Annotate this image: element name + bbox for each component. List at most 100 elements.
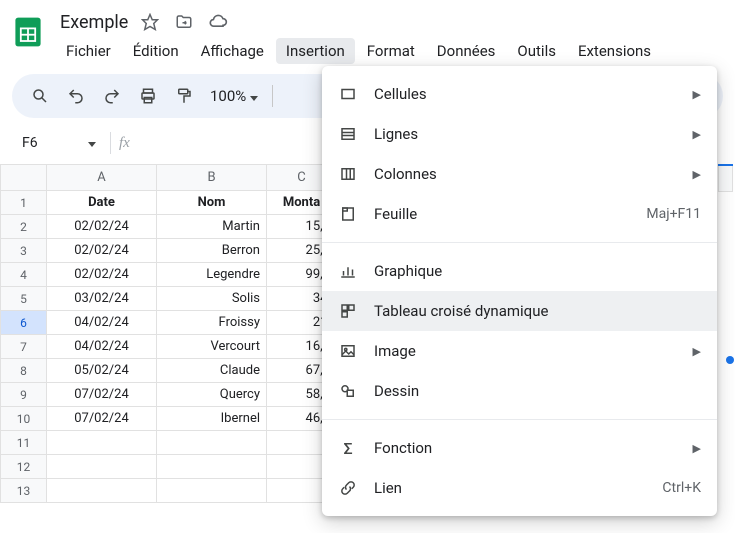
- selection-handle[interactable]: [726, 356, 734, 364]
- zoom-value: 100%: [210, 87, 246, 105]
- row-header[interactable]: 11: [1, 431, 47, 455]
- caret-down-icon: [250, 87, 258, 105]
- row-header[interactable]: 4: [1, 263, 47, 287]
- menu-shortcut: Ctrl+K: [662, 480, 701, 496]
- menu-label: Image: [374, 342, 677, 360]
- cell[interactable]: Martin: [157, 215, 267, 239]
- cell[interactable]: Claude: [157, 359, 267, 383]
- star-icon[interactable]: [138, 10, 162, 34]
- cell[interactable]: 02/02/24: [47, 215, 157, 239]
- menu-label: Tableau croisé dynamique: [374, 302, 701, 320]
- sheet-icon: [338, 204, 358, 224]
- print-icon[interactable]: [132, 80, 164, 112]
- row-header[interactable]: 1: [1, 191, 47, 215]
- cell[interactable]: [157, 479, 267, 503]
- sheets-logo[interactable]: [8, 12, 48, 52]
- move-folder-icon[interactable]: [172, 10, 196, 34]
- cell[interactable]: Vercourt: [157, 335, 267, 359]
- menu-shortcut: Maj+F11: [646, 206, 701, 222]
- pivot-table-icon: [338, 301, 358, 321]
- cell[interactable]: Date: [47, 191, 157, 215]
- cell[interactable]: 05/02/24: [47, 359, 157, 383]
- menu-item-dessin[interactable]: Dessin: [322, 371, 717, 411]
- row-header[interactable]: 6: [1, 311, 47, 335]
- columns-icon: [338, 164, 358, 184]
- cell[interactable]: [47, 479, 157, 503]
- menu-item-image[interactable]: Image ▶: [322, 331, 717, 371]
- cell[interactable]: Froissy: [157, 311, 267, 335]
- chart-icon: [338, 261, 358, 281]
- menu-item-tcd[interactable]: Tableau croisé dynamique: [322, 291, 717, 331]
- menu-label: Graphique: [374, 262, 701, 280]
- row-header[interactable]: 10: [1, 407, 47, 431]
- link-icon: [338, 478, 358, 498]
- cell[interactable]: 07/02/24: [47, 383, 157, 407]
- row-header[interactable]: 2: [1, 215, 47, 239]
- menu-label: Feuille: [374, 205, 630, 223]
- row-header[interactable]: 8: [1, 359, 47, 383]
- cell[interactable]: 04/02/24: [47, 311, 157, 335]
- row-header[interactable]: 9: [1, 383, 47, 407]
- cell[interactable]: 04/02/24: [47, 335, 157, 359]
- menu-affichage[interactable]: Affichage: [191, 38, 274, 64]
- zoom-select[interactable]: 100%: [204, 87, 264, 105]
- menu-item-feuille[interactable]: Feuille Maj+F11: [322, 194, 717, 234]
- drawing-icon: [338, 381, 358, 401]
- menu-bar: Fichier Édition Affichage Insertion Form…: [56, 36, 735, 64]
- menu-label: Lien: [374, 479, 646, 497]
- col-header-f-edge[interactable]: [719, 165, 733, 191]
- menu-separator: [322, 242, 717, 243]
- cell[interactable]: Solis: [157, 287, 267, 311]
- menu-item-graphique[interactable]: Graphique: [322, 251, 717, 291]
- redo-icon[interactable]: [96, 80, 128, 112]
- menu-donnees[interactable]: Données: [427, 38, 506, 64]
- cell[interactable]: 02/02/24: [47, 239, 157, 263]
- cell[interactable]: [47, 455, 157, 479]
- cell[interactable]: Legendre: [157, 263, 267, 287]
- row-header[interactable]: 3: [1, 239, 47, 263]
- menu-item-cellules[interactable]: Cellules ▶: [322, 74, 717, 114]
- cloud-status-icon[interactable]: [206, 10, 230, 34]
- col-header[interactable]: A: [47, 165, 157, 191]
- name-box-value: F6: [22, 135, 38, 151]
- cell[interactable]: 07/02/24: [47, 407, 157, 431]
- search-icon[interactable]: [24, 80, 56, 112]
- row-header[interactable]: 7: [1, 335, 47, 359]
- cell[interactable]: 02/02/24: [47, 263, 157, 287]
- menu-edition[interactable]: Édition: [123, 38, 189, 64]
- cell[interactable]: Nom: [157, 191, 267, 215]
- select-all-corner[interactable]: [1, 165, 47, 191]
- row-header[interactable]: 13: [1, 479, 47, 503]
- undo-icon[interactable]: [60, 80, 92, 112]
- row-header[interactable]: 5: [1, 287, 47, 311]
- cell[interactable]: Quercy: [157, 383, 267, 407]
- menu-item-lien[interactable]: Lien Ctrl+K: [322, 468, 717, 508]
- cell[interactable]: 03/02/24: [47, 287, 157, 311]
- cell[interactable]: Berron: [157, 239, 267, 263]
- menu-insertion[interactable]: Insertion: [276, 38, 355, 64]
- menu-label: Cellules: [374, 85, 677, 103]
- cell[interactable]: [157, 431, 267, 455]
- submenu-arrow-icon: ▶: [693, 88, 701, 101]
- row-header[interactable]: 12: [1, 455, 47, 479]
- name-box[interactable]: F6: [12, 130, 102, 156]
- submenu-arrow-icon: ▶: [693, 168, 701, 181]
- cell[interactable]: [47, 431, 157, 455]
- caret-down-icon: [88, 135, 96, 151]
- cell[interactable]: [157, 455, 267, 479]
- menu-extensions[interactable]: Extensions: [568, 38, 661, 64]
- insertion-menu: Cellules ▶ Lignes ▶ Colonnes ▶ Feuille M…: [322, 66, 717, 516]
- paint-format-icon[interactable]: [168, 80, 200, 112]
- menu-item-colonnes[interactable]: Colonnes ▶: [322, 154, 717, 194]
- image-icon: [338, 341, 358, 361]
- menu-item-lignes[interactable]: Lignes ▶: [322, 114, 717, 154]
- col-header[interactable]: B: [157, 165, 267, 191]
- menu-separator: [322, 419, 717, 420]
- menu-format[interactable]: Format: [357, 38, 425, 64]
- menu-fichier[interactable]: Fichier: [56, 38, 121, 64]
- doc-title[interactable]: Exemple: [60, 12, 128, 33]
- cell[interactable]: Ibernel: [157, 407, 267, 431]
- menu-outils[interactable]: Outils: [507, 38, 566, 64]
- menu-item-fonction[interactable]: Σ Fonction ▶: [322, 428, 717, 468]
- submenu-arrow-icon: ▶: [693, 442, 701, 455]
